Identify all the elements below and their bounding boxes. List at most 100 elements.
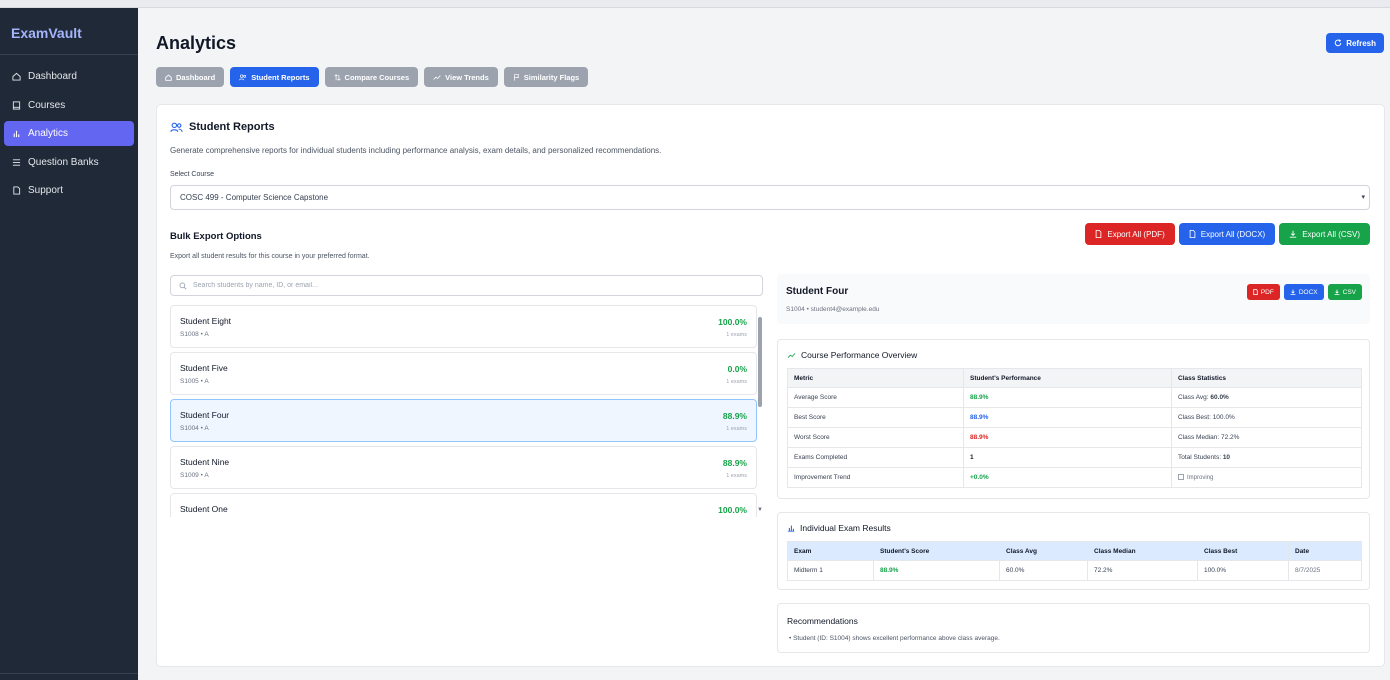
export-docx-button[interactable]: DOCX [1283,284,1324,300]
exam-cell: Midterm 1 [787,560,874,581]
list-item-student-nine[interactable]: Student Nine S1009 • A 88.9% 1 exams [170,446,757,489]
sidebar-item-dashboard[interactable]: Dashboard [4,64,134,89]
home-icon [11,72,21,82]
student-detail-name: Student Four [786,286,849,297]
tab-compare-courses[interactable]: Compare Courses [324,67,419,87]
student-score: 100.0% [718,505,747,515]
sidebar: ExamVault Dashboard Courses Analytics Qu… [0,8,138,680]
list-item-student-five[interactable]: Student Five S1005 • A 0.0% 1 exams [170,352,757,395]
student-name: Student Nine [180,457,230,467]
stat-value: 100.0% [1212,414,1235,421]
export-all-docx-button[interactable]: Export All (DOCX) [1178,223,1276,245]
metric-cell: Improvement Trend [787,467,964,488]
student-meta: S1008 • A [180,331,209,338]
stat-cell: Class Median: 72.2% [1171,427,1362,448]
sidebar-item-label: Question Banks [28,156,99,168]
analytics-tabs: Dashboard Student Reports Compare Course… [156,67,589,87]
student-exam-count: 1 exams [726,332,747,338]
sidebar-item-label: Courses [28,99,66,111]
bar-chart-icon [11,129,21,139]
search-input[interactable] [193,282,733,289]
course-select[interactable]: COSC 499 - Computer Science Capstone ▾ [170,185,1370,210]
student-meta: S1009 • A [180,472,209,479]
file-icon [1096,230,1102,238]
recommendations-panel: Recommendations • Student (ID: S1004) sh… [777,603,1370,653]
tab-label: Dashboard [176,72,216,82]
sidebar-item-courses[interactable]: Courses [4,93,134,118]
performance-table: Metric Student's Performance Class Stati… [787,368,1362,488]
value-cell: 88.9% [963,427,1172,448]
tab-similarity-flags[interactable]: Similarity Flags [503,67,589,87]
refresh-label: Refresh [1346,38,1376,48]
exam-results-panel: Individual Exam Results Exam Student's S… [777,512,1370,590]
column-header: Student's Performance [963,368,1172,388]
list-icon [11,157,21,167]
student-name: Student Four [180,410,230,420]
student-detail-meta: S1004 • student4@example.edu [786,306,880,313]
list-item-student-four[interactable]: Student Four S1004 • A 88.9% 1 exams [170,399,757,442]
metric-cell: Worst Score [787,427,964,448]
list-item-student-eight[interactable]: Student Eight S1008 • A 100.0% 1 exams [170,305,757,348]
export-all-csv-button[interactable]: Export All (CSV) [1279,223,1370,245]
stat-cell: Class Avg: 60.0% [1171,387,1362,408]
column-header: Exam [787,541,874,561]
metric-cell: Best Score [787,407,964,428]
column-header: Class Statistics [1171,368,1362,388]
table-row: Worst Score 88.9% Class Median: 72.2% [787,427,1362,448]
bulk-export-title: Bulk Export Options [170,231,262,242]
student-meta: S1005 • A [180,378,209,385]
table-row: Average Score 88.9% Class Avg: 60.0% [787,387,1362,408]
student-name: Student Eight [180,316,232,326]
sidebar-item-question-banks[interactable]: Question Banks [4,150,134,175]
sidebar-item-label: Analytics [28,128,69,139]
column-header: Metric [787,368,964,388]
home-icon [165,73,172,81]
panel-title: Course Performance Overview [787,350,917,360]
table-row: Improvement Trend +0.0% Improving [787,467,1362,488]
tab-dashboard[interactable]: Dashboard [156,67,225,87]
export-all-csv-label: Export All (CSV) [1302,229,1360,239]
student-score: 100.0% [718,317,747,327]
sidebar-item-label: Dashboard [28,71,77,82]
browser-chrome-strip [0,0,1390,8]
export-pdf-button[interactable]: PDF [1246,284,1280,300]
stat-cell: Total Students: 10 [1171,447,1362,468]
sidebar-item-support[interactable]: Support [4,178,134,203]
tab-label: View Trends [445,72,489,82]
section-title: Student Reports [170,121,275,133]
section-description: Generate comprehensive reports for indiv… [170,146,662,155]
export-all-pdf-button[interactable]: Export All (PDF) [1085,223,1175,245]
value-cell: +0.0% [963,467,1172,488]
exam-results-table: Exam Student's Score Class Avg Class Med… [787,541,1362,581]
export-csv-button[interactable]: CSV [1327,284,1362,300]
student-export-buttons: PDF DOCX CSV [1246,284,1362,300]
export-all-docx-label: Export All (DOCX) [1200,229,1266,239]
scrollbar-thumb[interactable] [758,317,762,407]
sidebar-item-analytics[interactable]: Analytics [4,121,134,146]
file-icon [1189,230,1196,238]
student-exam-count: 1 exams [726,379,747,385]
tab-view-trends[interactable]: View Trends [424,67,498,87]
tab-student-reports[interactable]: Student Reports [230,67,319,87]
stat-label: Class Best: [1178,414,1211,421]
student-search[interactable] [170,275,763,296]
list-item-student-one[interactable]: Student One 100.0% [170,493,757,517]
column-header: Student's Score [873,541,1000,561]
refresh-button[interactable]: Refresh [1326,33,1384,53]
page-title: Analytics [156,33,237,53]
stat-value: 72.2% [1221,434,1240,441]
value-cell: 88.9% [963,387,1172,408]
app-logo[interactable]: ExamVault [0,8,138,55]
column-header: Class Median [1087,541,1198,561]
student-name: Student One [180,504,228,514]
metric-cell: Average Score [787,387,964,408]
panel-title-text: Individual Exam Results [800,523,891,533]
stat-label: Class Avg: [1178,394,1209,401]
student-detail-header: Student Four S1004 • student4@example.ed… [777,274,1370,324]
student-name: Student Five [180,363,228,373]
scroll-down-arrow-icon[interactable]: ▼ [757,507,763,513]
bar-chart-icon [787,525,795,532]
student-list-scrollbar[interactable]: ▼ [757,309,763,513]
stat-label: Class Median: [1178,434,1220,441]
tab-label: Similarity Flags [523,72,580,82]
